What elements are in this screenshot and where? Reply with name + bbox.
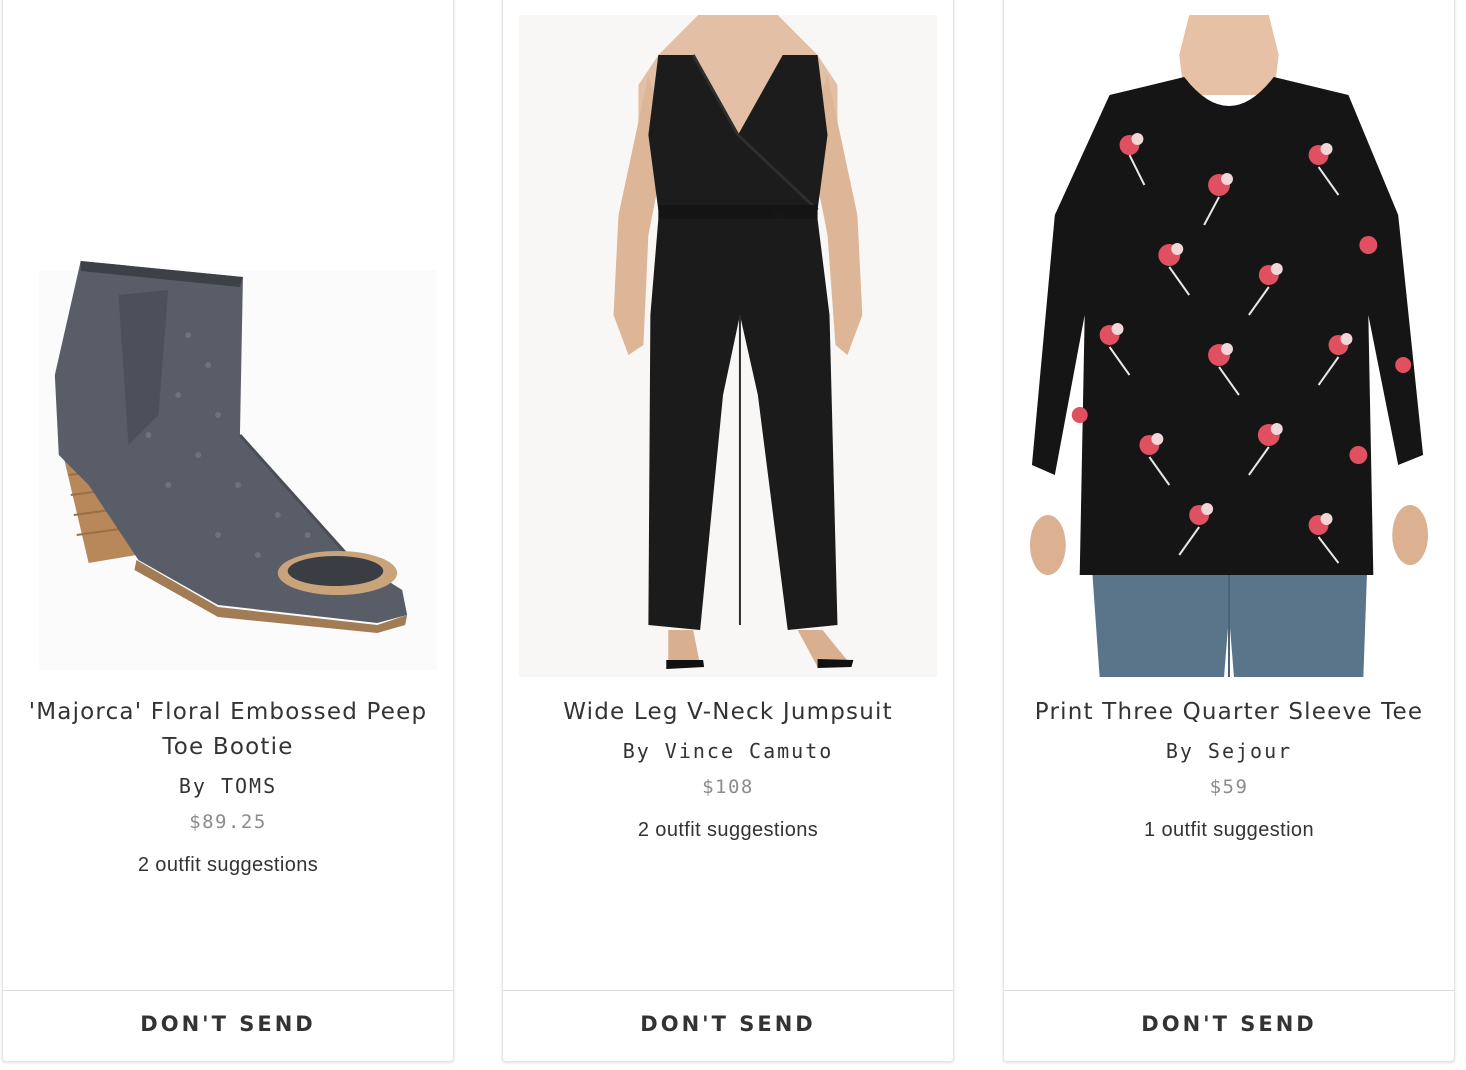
dont-send-button[interactable]: DON'T SEND	[503, 991, 953, 1057]
product-brand[interactable]: By TOMS	[3, 771, 453, 801]
product-info: 'Majorca' Floral Embossed Peep Toe Booti…	[3, 695, 453, 879]
product-title[interactable]: 'Majorca' Floral Embossed Peep Toe Booti…	[3, 695, 453, 765]
outfit-suggestions-link[interactable]: 1 outfit suggestion	[1004, 816, 1454, 844]
product-title[interactable]: Print Three Quarter Sleeve Tee	[1004, 695, 1454, 730]
product-brand[interactable]: By Sejour	[1004, 736, 1454, 766]
product-title[interactable]: Wide Leg V-Neck Jumpsuit	[503, 695, 953, 730]
product-card: Print Three Quarter Sleeve Tee By Sejour…	[1003, 0, 1455, 1062]
product-price: $89.25	[189, 811, 267, 833]
product-image-jumpsuit[interactable]	[519, 15, 937, 677]
product-grid: 'Majorca' Floral Embossed Peep Toe Booti…	[0, 0, 1466, 1070]
dont-send-button[interactable]: DON'T SEND	[1004, 991, 1454, 1057]
dont-send-button[interactable]: DON'T SEND	[3, 991, 453, 1057]
product-card: Wide Leg V-Neck Jumpsuit By Vince Camuto…	[502, 0, 954, 1062]
product-image-bootie[interactable]	[19, 15, 437, 677]
product-price: $108	[702, 776, 754, 798]
product-brand[interactable]: By Vince Camuto	[503, 736, 953, 766]
outfit-suggestions-link[interactable]: 2 outfit suggestions	[3, 851, 453, 879]
product-info: Print Three Quarter Sleeve Tee By Sejour…	[1004, 695, 1454, 844]
product-info: Wide Leg V-Neck Jumpsuit By Vince Camuto…	[503, 695, 953, 844]
product-price: $59	[1209, 776, 1249, 798]
outfit-suggestions-link[interactable]: 2 outfit suggestions	[503, 816, 953, 844]
product-card: 'Majorca' Floral Embossed Peep Toe Booti…	[2, 0, 454, 1062]
product-image-tee[interactable]	[1020, 15, 1438, 677]
